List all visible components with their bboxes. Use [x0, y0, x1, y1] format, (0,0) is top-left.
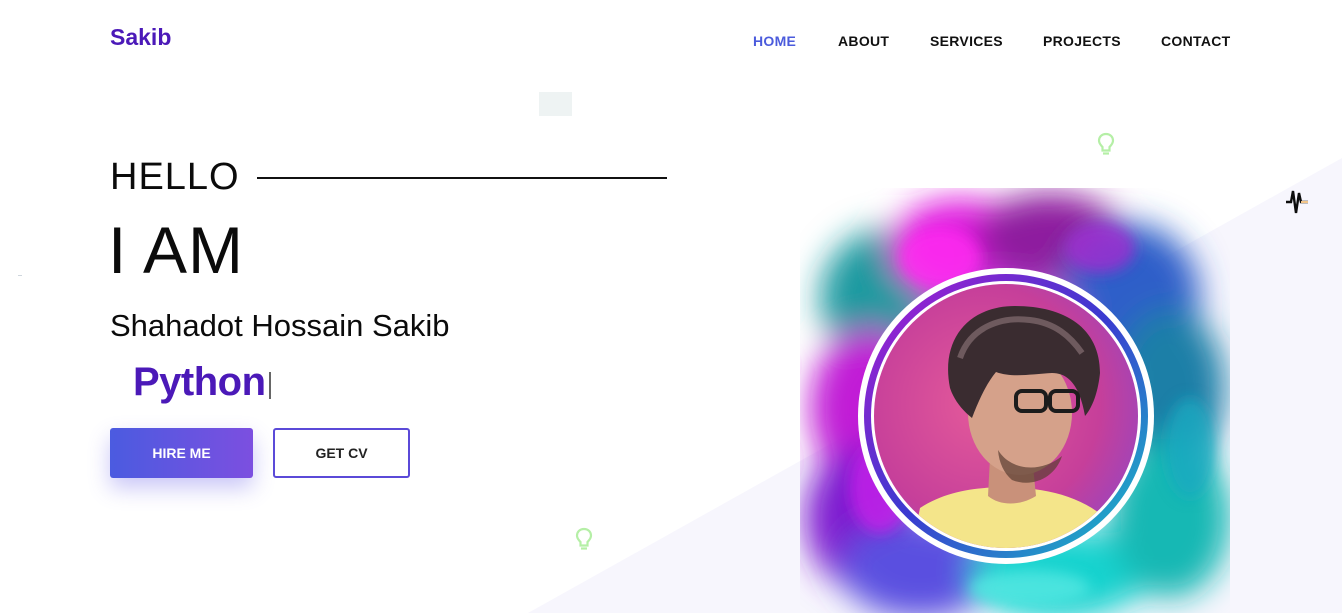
nav-home[interactable]: HOME: [753, 33, 796, 49]
nav-about[interactable]: ABOUT: [838, 33, 889, 49]
nav-projects[interactable]: PROJECTS: [1043, 33, 1121, 49]
lightbulb-icon: [575, 527, 593, 550]
typed-skill-text: Python: [133, 360, 266, 404]
hero-greeting: HELLO: [110, 156, 240, 198]
pulse-wave-icon: [1286, 190, 1308, 214]
hire-me-button[interactable]: HIRE ME: [110, 428, 253, 478]
greeting-underline: [257, 177, 667, 179]
lightbulb-icon: [1097, 132, 1115, 155]
get-cv-button[interactable]: GET CV: [273, 428, 410, 478]
typing-caret: [269, 372, 271, 399]
hero-name: Shahadot Hossain Sakib: [110, 308, 450, 343]
nav-contact[interactable]: CONTACT: [1161, 33, 1231, 49]
profile-portrait: [805, 193, 1230, 613]
hero-intro: I AM: [108, 213, 245, 287]
main-nav: HOME ABOUT SERVICES PROJECTS CONTACT: [0, 33, 1342, 53]
decorative-rectangle: [539, 92, 572, 116]
nav-services[interactable]: SERVICES: [930, 33, 1003, 49]
decorative-dash: [18, 275, 22, 276]
